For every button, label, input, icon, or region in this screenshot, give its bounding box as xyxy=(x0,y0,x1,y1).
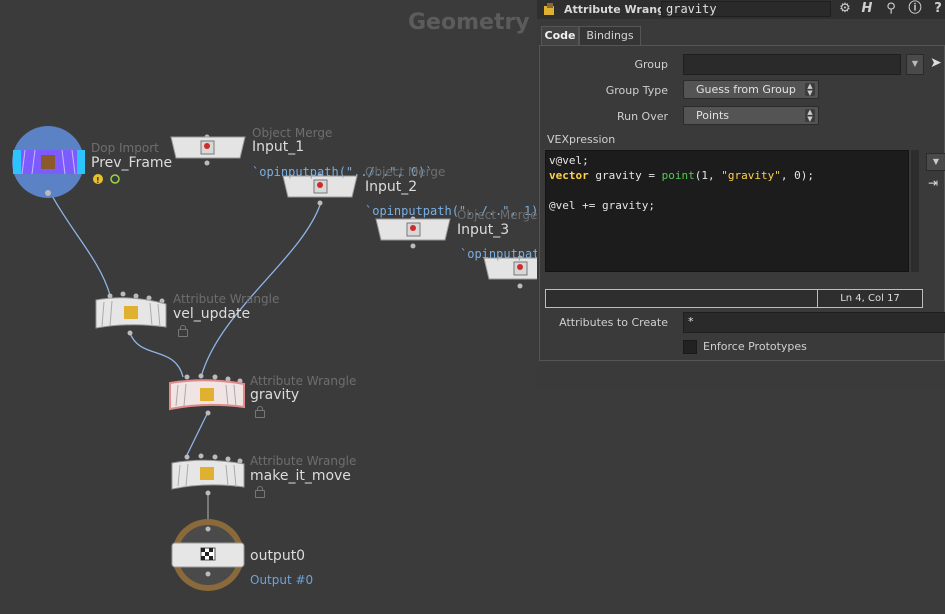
stepper-arrows-icon: ▲ ▼ xyxy=(805,83,815,96)
stepper-arrows-icon: ▲ ▼ xyxy=(805,109,815,122)
group-label: Group xyxy=(634,58,669,71)
merge-icon xyxy=(517,264,523,270)
node-output0[interactable] xyxy=(171,519,245,591)
lock-icon xyxy=(178,325,188,337)
lock-icon xyxy=(255,406,265,418)
node-type-title: Attribute Wrangle xyxy=(564,3,677,16)
enforce-prototypes-label: Enforce Prototypes xyxy=(703,340,807,353)
attributes-to-create-field[interactable]: * xyxy=(683,312,945,333)
merge-icon xyxy=(410,225,416,231)
help-icon[interactable]: ? xyxy=(930,1,945,17)
node-input-1[interactable] xyxy=(170,134,246,166)
code-line-1: v@vel; xyxy=(549,154,589,167)
tab-content: Group ▼ ➤ Group Type Guess from Group ▲ ▼ … xyxy=(539,45,945,361)
dop-icon xyxy=(41,155,55,169)
node-name-label: vel_update xyxy=(173,306,251,322)
svg-text:!: ! xyxy=(96,176,100,185)
wrangle-snippet-icon[interactable]: ⇥ xyxy=(928,176,938,190)
node-gravity[interactable] xyxy=(169,373,245,416)
lock-icon xyxy=(255,486,265,498)
chevron-down-icon[interactable]: ▼ xyxy=(926,153,945,171)
node-type-label: Object Merge xyxy=(365,165,446,179)
gear-icon[interactable]: ⚙ xyxy=(837,1,853,17)
node-type-label: Dop Import xyxy=(91,141,159,155)
editor-status-left xyxy=(545,289,818,308)
node-name-label: gravity xyxy=(250,387,300,403)
group-type-menu[interactable]: Guess from Group ▲ ▼ xyxy=(683,80,819,99)
node-type-label: Object Merge xyxy=(252,126,333,140)
node-name-label: make_it_move xyxy=(250,468,351,484)
wire-prevframe-velupdate xyxy=(49,191,111,296)
node-name-field[interactable]: gravity xyxy=(661,1,831,17)
search-icon[interactable]: ⚲ xyxy=(883,1,899,17)
merge-icon xyxy=(204,143,210,149)
node-status-icons: ! xyxy=(93,174,120,185)
node-expression-label: `opinputpath xyxy=(460,247,547,261)
output-index-label: Output #0 xyxy=(250,573,314,587)
code-string: "gravity" xyxy=(721,169,781,182)
group-field[interactable] xyxy=(683,54,901,75)
group-type-label: Group Type xyxy=(605,84,668,97)
node-input-3[interactable] xyxy=(375,216,451,249)
run-over-value: Points xyxy=(696,109,730,122)
vexpression-label: VEXpression xyxy=(547,133,616,146)
code-function: point xyxy=(661,169,695,182)
wrangle-icon xyxy=(544,3,554,15)
wrangle-icon xyxy=(124,306,138,319)
node-prev-frame[interactable] xyxy=(12,126,85,198)
code-text: , 0); xyxy=(780,169,814,182)
wrangle-icon xyxy=(200,388,214,401)
display-flag-icon xyxy=(110,174,120,184)
parameter-panel: Attribute Wrangle gravity ⚙ H ⚲ ⓘ ? Code… xyxy=(537,0,945,388)
wrangle-icon xyxy=(200,467,214,480)
attributes-to-create-label: Attributes to Create xyxy=(559,316,668,329)
cursor-position-status: Ln 4, Col 17 xyxy=(818,289,923,308)
code-keyword: vector xyxy=(549,169,589,182)
node-name-label: Input_1 xyxy=(252,139,305,155)
code-text: (1, xyxy=(694,169,722,182)
select-arrow-icon[interactable]: ➤ xyxy=(930,55,942,71)
tab-bindings[interactable]: Bindings xyxy=(579,26,641,45)
node-type-label: Object Merge xyxy=(457,208,538,222)
vex-code-editor[interactable]: v@vel; vector gravity = point(1, "gravit… xyxy=(545,150,909,272)
node-vel-update[interactable] xyxy=(95,291,167,336)
node-make-it-move[interactable] xyxy=(171,453,245,496)
wire-input2-gravity xyxy=(200,204,321,378)
node-type-label: Attribute Wrangle xyxy=(250,374,357,388)
node-name-label: Input_2 xyxy=(365,179,418,195)
node-name-label: Prev_Frame xyxy=(91,155,173,171)
tab-code[interactable]: Code xyxy=(541,26,579,45)
info-icon[interactable]: ⓘ xyxy=(907,1,923,17)
code-line-4: @vel += gravity; xyxy=(549,199,655,212)
merge-icon xyxy=(317,182,323,188)
node-type-label: Attribute Wrangle xyxy=(250,454,357,468)
wire-velupdate-gravity xyxy=(129,332,184,378)
run-over-menu[interactable]: Points ▲ ▼ xyxy=(683,106,819,125)
checkered-flag-icon xyxy=(200,547,216,561)
node-type-label: Attribute Wrangle xyxy=(173,292,280,306)
chevron-down-icon[interactable]: ▼ xyxy=(906,54,924,75)
help-h-icon[interactable]: H xyxy=(859,1,875,17)
run-over-label: Run Over xyxy=(616,110,668,123)
node-name-label: output0 xyxy=(250,548,306,564)
code-text: gravity = xyxy=(588,169,662,182)
wire-gravity-makeitmove xyxy=(185,411,209,458)
editor-scrollbar[interactable] xyxy=(911,150,919,272)
group-type-value: Guess from Group xyxy=(696,83,796,96)
enforce-prototypes-checkbox[interactable] xyxy=(683,340,697,354)
node-name-label: Input_3 xyxy=(457,222,510,238)
panel-title-bar: Attribute Wrangle gravity ⚙ H ⚲ ⓘ ? xyxy=(537,0,945,19)
